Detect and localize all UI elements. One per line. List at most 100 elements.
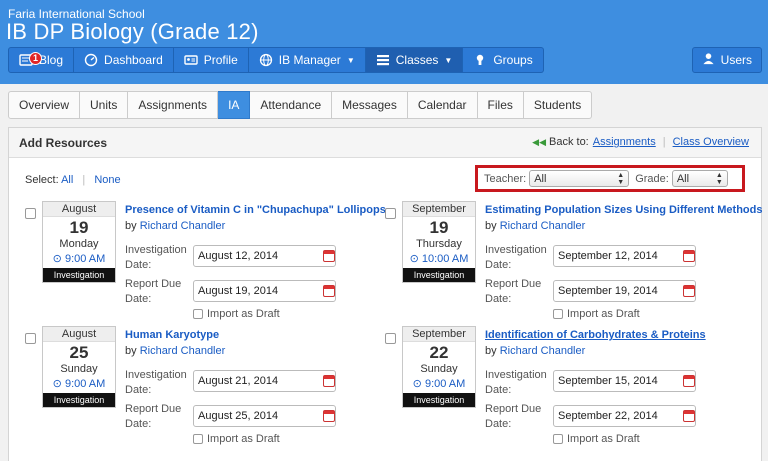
nav-profile-label: Profile <box>203 53 238 67</box>
panel-title: Add Resources <box>19 136 108 150</box>
nav-classes[interactable]: Classes ▼ <box>365 47 464 73</box>
author-line: by Richard Chandler <box>125 345 225 357</box>
main-nav: 1 Blog Dashboard Profile IB Manager ▼ Cl… <box>8 47 544 73</box>
item-type: Investigation <box>43 393 115 407</box>
report-due-date-input[interactable]: September 22, 2014 <box>553 405 696 427</box>
nav-classes-label: Classes <box>395 53 439 67</box>
tab-files[interactable]: Files <box>477 91 524 119</box>
report-due-date-input[interactable]: August 19, 2014 <box>193 280 336 302</box>
author-link[interactable]: Richard Chandler <box>140 345 226 357</box>
globe-icon <box>259 53 273 67</box>
date-weekday: Thursday <box>416 238 462 250</box>
import-draft[interactable]: Import as Draft <box>553 433 640 445</box>
calendar-icon[interactable] <box>683 410 695 422</box>
report-due-label: Report Due Date: <box>125 278 182 305</box>
import-draft[interactable]: Import as Draft <box>553 308 640 320</box>
item-checkbox[interactable] <box>25 208 36 219</box>
investigation-date-input[interactable]: August 12, 2014 <box>193 245 336 267</box>
item-checkbox[interactable] <box>385 333 396 344</box>
date-time: ⊙ 10:00 AM <box>403 252 475 265</box>
item-title[interactable]: Estimating Population Sizes Using Differ… <box>485 204 762 216</box>
select-none-link[interactable]: None <box>94 174 120 186</box>
groups-icon <box>473 53 487 67</box>
panel-header: Add Resources ◀◀ Back to: Assignments | … <box>9 128 761 158</box>
report-due-date-input[interactable]: September 19, 2014 <box>553 280 696 302</box>
nav-dashboard-label: Dashboard <box>104 53 163 67</box>
grade-label: Grade: <box>635 172 669 185</box>
calendar-icon[interactable] <box>323 250 335 262</box>
date-card: September 19 Thursday ⊙ 10:00 AM Investi… <box>402 201 476 283</box>
calendar-icon[interactable] <box>683 285 695 297</box>
import-draft[interactable]: Import as Draft <box>193 433 280 445</box>
import-draft-label: Import as Draft <box>207 308 280 320</box>
clock-icon: ⊙ <box>412 378 425 390</box>
tab-ia[interactable]: IA <box>218 91 251 119</box>
date-time: ⊙ 9:00 AM <box>43 252 115 265</box>
nav-groups[interactable]: Groups <box>463 47 544 73</box>
tab-overview[interactable]: Overview <box>8 91 81 119</box>
header: Faria International School IB DP Biology… <box>0 0 768 84</box>
item-checkbox[interactable] <box>385 208 396 219</box>
author-link[interactable]: Richard Chandler <box>140 220 226 232</box>
nav-groups-label: Groups <box>493 53 533 67</box>
calendar-icon[interactable] <box>683 250 695 262</box>
assignments-link[interactable]: Assignments <box>593 136 656 148</box>
report-due-label: Report Due Date: <box>125 403 182 430</box>
date-weekday: Sunday <box>60 363 98 375</box>
calendar-icon[interactable] <box>683 375 695 387</box>
teacher-select[interactable]: All ▲ ▼ <box>529 170 630 187</box>
tab-bar: Overview Units Assignments IA Attendance… <box>8 91 593 119</box>
divider: | <box>82 174 86 186</box>
caret-down-icon: ▼ <box>346 55 355 65</box>
draft-checkbox[interactable] <box>193 309 203 319</box>
calendar-icon[interactable] <box>323 410 335 422</box>
author-link[interactable]: Richard Chandler <box>500 345 586 357</box>
nav-blog[interactable]: 1 Blog <box>8 47 75 73</box>
by-label: by <box>125 220 137 232</box>
select-label: Select: <box>25 174 59 186</box>
users-label: Users <box>720 53 752 67</box>
tab-assignments[interactable]: Assignments <box>128 91 219 119</box>
calendar-icon[interactable] <box>323 375 335 387</box>
author-link[interactable]: Richard Chandler <box>500 220 586 232</box>
import-draft[interactable]: Import as Draft <box>193 308 280 320</box>
report-due-label: Report Due Date: <box>485 278 542 305</box>
draft-checkbox[interactable] <box>553 309 563 319</box>
item-title[interactable]: Identification of Carbohydrates & Protei… <box>485 329 706 341</box>
date-time: ⊙ 9:00 AM <box>43 377 115 390</box>
calendar-icon[interactable] <box>323 285 335 297</box>
notification-badge: 1 <box>29 52 42 65</box>
nav-ib-manager-label: IB Manager <box>278 53 341 67</box>
nav-dashboard[interactable]: Dashboard <box>74 47 174 73</box>
select-all-link[interactable]: All <box>61 174 73 186</box>
class-overview-link[interactable]: Class Overview <box>673 136 749 148</box>
item-title[interactable]: Human Karyotype <box>125 329 219 341</box>
date-card: September 22 Sunday ⊙ 9:00 AM Investigat… <box>402 326 476 408</box>
draft-checkbox[interactable] <box>553 434 563 444</box>
tab-messages[interactable]: Messages <box>332 91 408 119</box>
item-title[interactable]: Presence of Vitamin C in "Chupachupa" Lo… <box>125 204 386 216</box>
nav-ib-manager[interactable]: IB Manager ▼ <box>248 47 366 73</box>
tab-calendar[interactable]: Calendar <box>407 91 478 119</box>
tab-students[interactable]: Students <box>523 91 593 119</box>
grade-select[interactable]: All ▲ ▼ <box>671 170 728 187</box>
nav-profile[interactable]: Profile <box>173 47 249 73</box>
tab-units[interactable]: Units <box>80 91 129 119</box>
report-due-date-input[interactable]: August 25, 2014 <box>193 405 336 427</box>
time-value: 10:00 AM <box>421 253 469 265</box>
users-button[interactable]: Users <box>691 47 762 73</box>
draft-checkbox[interactable] <box>193 434 203 444</box>
nav-blog-label: Blog <box>39 53 64 67</box>
filter-box: Teacher: All ▲ ▼ Grade: All ▲ ▼ <box>475 165 745 192</box>
item-type: Investigation <box>403 393 475 407</box>
tab-attendance[interactable]: Attendance <box>250 91 333 119</box>
resource-item: September 19 Thursday ⊙ 10:00 AM Investi… <box>385 201 762 321</box>
item-type: Investigation <box>43 268 115 282</box>
teacher-label: Teacher: <box>484 172 527 185</box>
item-checkbox[interactable] <box>25 333 36 344</box>
back-to-links: ◀◀ Back to: Assignments | Class Overview <box>532 136 749 148</box>
investigation-date-input[interactable]: September 15, 2014 <box>553 370 696 392</box>
investigation-date-input[interactable]: September 12, 2014 <box>553 245 696 267</box>
investigation-date-input[interactable]: August 21, 2014 <box>193 370 336 392</box>
course-title: IB DP Biology (Grade 12) <box>6 19 259 44</box>
